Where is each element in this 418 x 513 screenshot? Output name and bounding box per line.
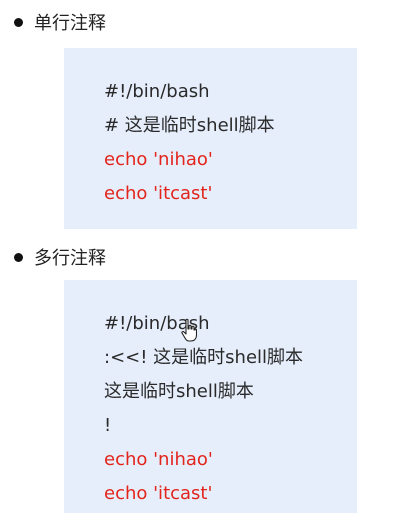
code-line: ! [104, 415, 112, 436]
code-line: 这是临时shell脚本 [104, 381, 254, 402]
code-line: echo 'nihao' [104, 149, 213, 170]
section-heading-multi-line: 多行注释 [14, 245, 106, 269]
code-line: echo 'itcast' [104, 183, 213, 204]
code-line: #!/bin/bash [104, 313, 210, 334]
slide-page: 单行注释 #!/bin/bash # 这是临时shell脚本 echo 'nih… [0, 0, 418, 513]
code-block-single-line: #!/bin/bash # 这是临时shell脚本 echo 'nihao' e… [64, 48, 357, 229]
bullet-dot-icon [14, 252, 23, 262]
bullet-dot-icon [14, 17, 23, 27]
section-title: 多行注释 [34, 248, 106, 269]
section-heading-single-line: 单行注释 [14, 10, 106, 34]
code-line: #!/bin/bash [104, 81, 210, 102]
section-title: 单行注释 [34, 13, 106, 34]
mouse-pointer-icon [181, 318, 197, 342]
code-line: # 这是临时shell脚本 [104, 115, 275, 136]
code-line: echo 'nihao' [104, 449, 213, 470]
code-block-multi-line: #!/bin/bash :<<! 这是临时shell脚本 这是临时shell脚本… [64, 280, 357, 513]
code-line: echo 'itcast' [104, 483, 213, 504]
code-line: :<<! 这是临时shell脚本 [104, 347, 304, 368]
